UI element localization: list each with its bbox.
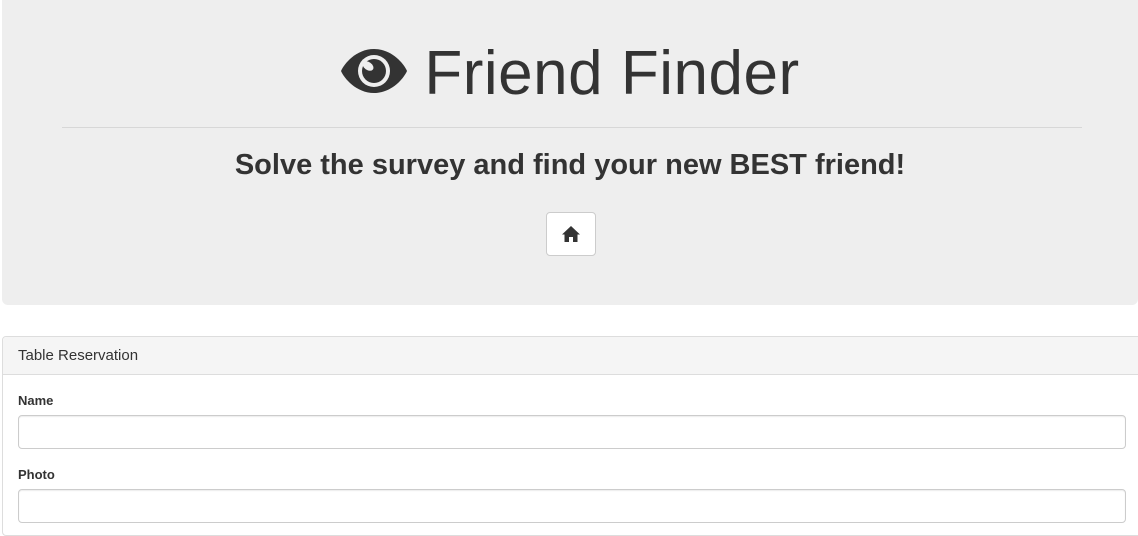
home-button[interactable] — [546, 212, 596, 256]
eye-icon — [341, 49, 408, 93]
photo-input[interactable] — [18, 489, 1126, 523]
home-icon — [562, 226, 580, 242]
page-subtitle: Solve the survey and find your new BEST … — [234, 149, 906, 181]
name-input[interactable] — [18, 415, 1126, 449]
photo-label: Photo — [18, 467, 55, 482]
jumbotron-header: Friend Finder Solve the survey and find … — [2, 0, 1138, 305]
panel-heading: Table Reservation — [3, 337, 1138, 375]
title-row: Friend Finder — [2, 36, 1138, 112]
header-divider — [62, 127, 1082, 128]
reservation-panel: Table Reservation Name Photo — [2, 336, 1138, 536]
name-label: Name — [18, 393, 54, 408]
page-title: Friend Finder — [424, 39, 800, 108]
